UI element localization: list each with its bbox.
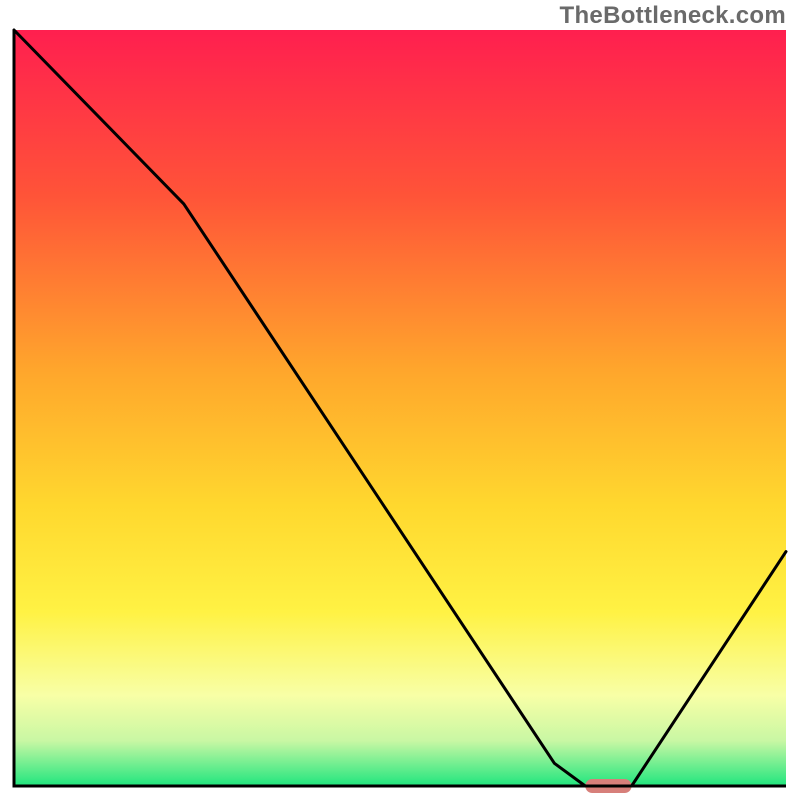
chart-stage: TheBottleneck.com (0, 0, 800, 800)
chart-svg (0, 0, 800, 800)
watermark: TheBottleneck.com (560, 2, 786, 30)
gradient-background (14, 30, 786, 786)
